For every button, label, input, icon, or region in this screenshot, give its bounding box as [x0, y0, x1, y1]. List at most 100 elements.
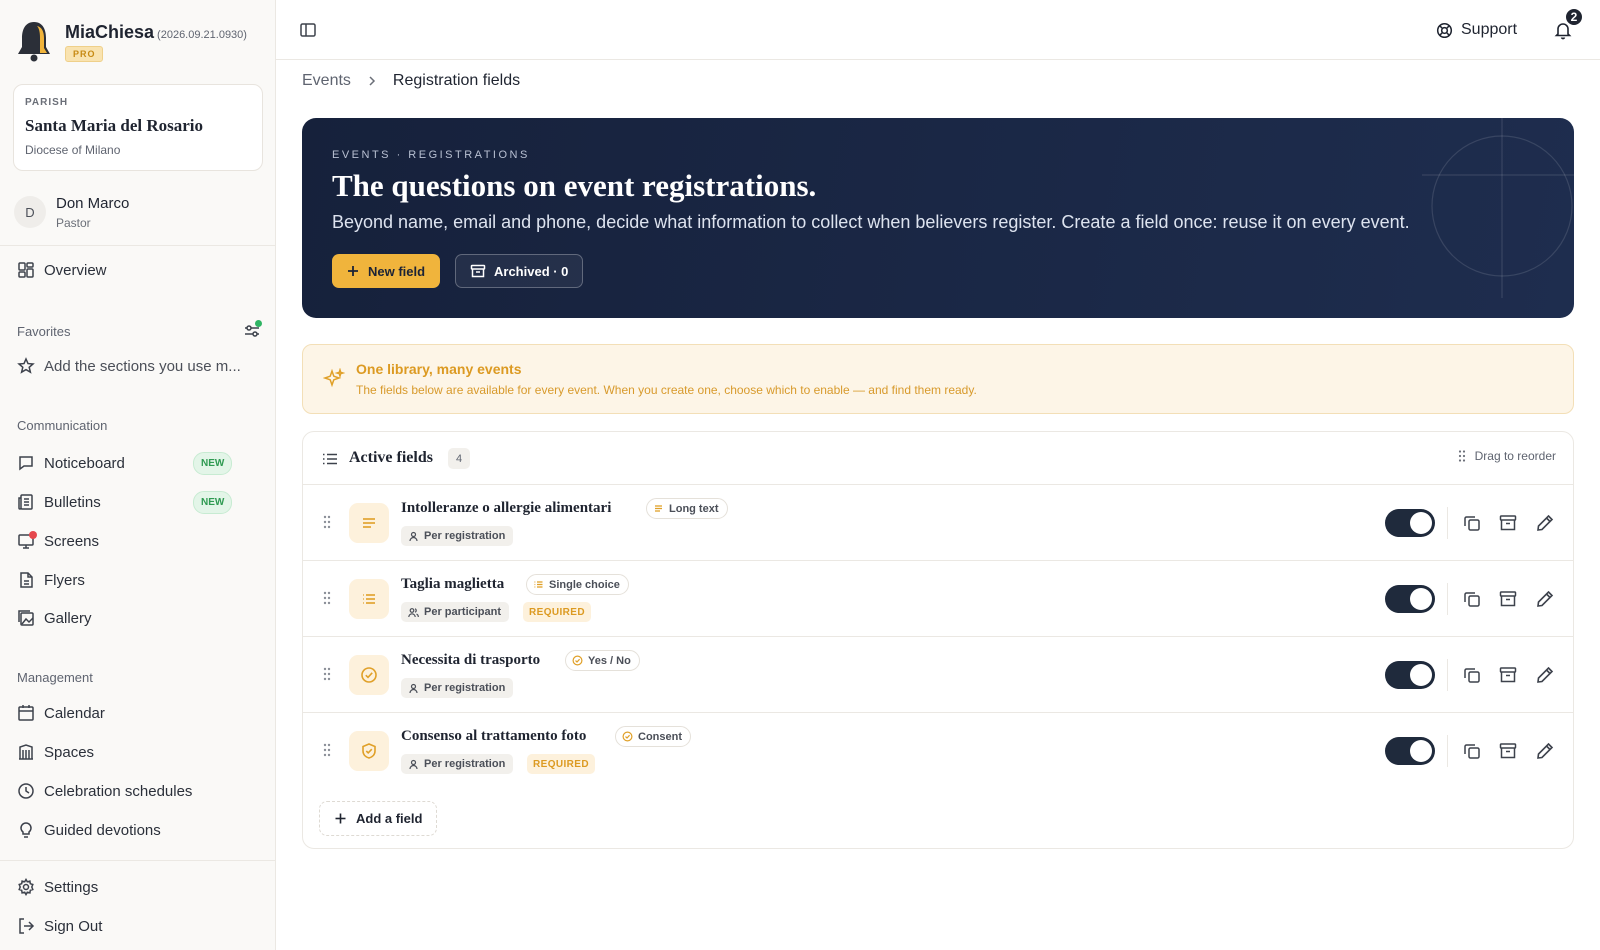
plus-icon	[348, 266, 358, 276]
field-type-badge: Single choice	[526, 574, 629, 595]
hero-description: Beyond name, email and phone, decide wha…	[332, 212, 1410, 232]
sidebar-toggle-icon[interactable]	[299, 21, 317, 39]
field-row[interactable]: Consenso al trattamento foto Consent Per…	[303, 713, 1573, 789]
archive-icon[interactable]	[1498, 589, 1518, 609]
nav-calendar[interactable]: Calendar	[17, 698, 262, 728]
field-row[interactable]: Taglia maglietta Single choice Per parti…	[303, 561, 1573, 637]
support-button[interactable]: Support	[1436, 18, 1517, 42]
notification-count: 2	[1564, 7, 1584, 27]
field-row[interactable]: Intolleranze o allergie alimentari Long …	[303, 485, 1573, 561]
field-row[interactable]: Necessita di trasporto Yes / No Per regi…	[303, 637, 1573, 713]
archive-icon[interactable]	[1498, 741, 1518, 761]
pencil-icon[interactable]	[1535, 513, 1555, 533]
nav-sign-out[interactable]: Sign Out	[17, 911, 262, 941]
toggle-knob	[1410, 588, 1432, 610]
scope-badge: Per registration	[401, 754, 514, 774]
message-icon	[19, 456, 33, 471]
lines-icon	[655, 505, 662, 512]
person-icon	[409, 759, 418, 769]
shield-check-icon	[349, 731, 389, 771]
pencil-icon[interactable]	[1535, 741, 1555, 761]
add-field-button[interactable]: Add a field	[319, 801, 438, 836]
archive-icon[interactable]	[1498, 513, 1518, 533]
nav-celebration-schedules[interactable]: Celebration schedules	[17, 776, 262, 806]
archive-icon[interactable]	[1498, 665, 1518, 685]
scope-label: Per registration	[424, 682, 506, 694]
dashboard-icon	[18, 262, 34, 278]
scope-label: Per participant	[424, 606, 502, 618]
scope-badge: Per participant	[401, 602, 510, 622]
pencil-icon[interactable]	[1535, 665, 1555, 685]
field-type-label: Yes / No	[588, 654, 631, 667]
communication-header: Communication	[17, 418, 108, 433]
field-name: Taglia maglietta	[401, 576, 505, 592]
cross-decoration-icon	[1422, 118, 1574, 298]
shield-check-icon	[622, 731, 633, 742]
duplicate-icon[interactable]	[1462, 589, 1482, 609]
nav-calendar-label: Calendar	[44, 704, 105, 722]
nav-bulletins[interactable]: Bulletins NEW	[17, 487, 262, 517]
nav-screens[interactable]: Screens	[17, 526, 262, 556]
nav-flyers[interactable]: Flyers	[17, 565, 262, 595]
image-icon	[18, 610, 34, 626]
nav-spaces-label: Spaces	[44, 743, 95, 761]
drag-handle-icon[interactable]	[322, 514, 332, 530]
nav-gallery[interactable]: Gallery	[17, 603, 262, 633]
parish-card[interactable]: PARISH Santa Maria del Rosario Diocese o…	[13, 84, 263, 171]
archived-button[interactable]: Archived · 0	[455, 254, 584, 288]
favorites-hint-label: Add the sections you use m...	[44, 357, 241, 375]
people-icon	[408, 607, 419, 617]
grip-icon	[1458, 450, 1465, 462]
enable-toggle[interactable]	[1385, 509, 1435, 537]
new-badge: NEW	[193, 491, 233, 514]
brand[interactable]: MiaChiesa (2026.09.21.0930) PRO	[16, 18, 266, 64]
enable-toggle[interactable]	[1385, 737, 1435, 765]
gear-icon	[18, 878, 34, 896]
nav-sign-out-label: Sign Out	[44, 917, 103, 935]
person-icon	[409, 531, 418, 541]
management-header: Management	[17, 670, 93, 685]
duplicate-icon[interactable]	[1462, 665, 1482, 685]
divider	[0, 860, 276, 861]
archive-icon	[470, 264, 486, 278]
enable-toggle[interactable]	[1385, 661, 1435, 689]
newspaper-icon	[18, 494, 33, 510]
nav-guided-devotions[interactable]: Guided devotions	[17, 815, 262, 845]
field-count-badge: 4	[448, 448, 470, 469]
nav-settings[interactable]: Settings	[17, 872, 262, 902]
breadcrumb-events[interactable]: Events	[302, 72, 351, 90]
lifebuoy-icon	[1436, 22, 1453, 38]
favorites-empty-hint[interactable]: Add the sections you use m...	[17, 351, 262, 381]
nav-overview[interactable]: Overview	[17, 255, 262, 285]
field-type-label: Single choice	[549, 578, 620, 591]
sparkle-icon	[323, 368, 345, 388]
drag-handle-icon[interactable]	[322, 666, 332, 682]
drag-handle-icon[interactable]	[322, 590, 332, 606]
clock-icon	[18, 783, 34, 799]
nav-noticeboard[interactable]: Noticeboard NEW	[17, 448, 262, 478]
edit-favorites-button[interactable]	[243, 320, 262, 340]
user-profile[interactable]: D Don Marco Pastor	[14, 193, 264, 233]
toggle-knob	[1410, 740, 1432, 762]
new-field-button[interactable]: New field	[332, 254, 441, 288]
drag-handle-icon[interactable]	[322, 742, 332, 758]
nav-spaces[interactable]: Spaces	[17, 737, 262, 767]
duplicate-icon[interactable]	[1462, 741, 1482, 761]
notifications-button[interactable]: 2	[1553, 7, 1584, 40]
page-title: The questions on event registrations.	[332, 168, 817, 203]
pencil-icon[interactable]	[1535, 589, 1555, 609]
divider	[1447, 659, 1448, 691]
divider	[0, 245, 276, 246]
enable-toggle[interactable]	[1385, 585, 1435, 613]
toggle-knob	[1410, 512, 1432, 534]
duplicate-icon[interactable]	[1462, 513, 1482, 533]
nav-gallery-label: Gallery	[44, 609, 92, 627]
toggle-knob	[1410, 664, 1432, 686]
alert-dot	[29, 531, 37, 539]
star-icon	[17, 357, 35, 374]
divider	[1447, 735, 1448, 767]
callout-text: The fields below are available for every…	[356, 383, 977, 397]
person-icon	[409, 683, 418, 693]
hero-eyebrow: EVENTS · REGISTRATIONS	[332, 149, 530, 161]
field-name: Consenso al trattamento foto	[401, 728, 587, 744]
